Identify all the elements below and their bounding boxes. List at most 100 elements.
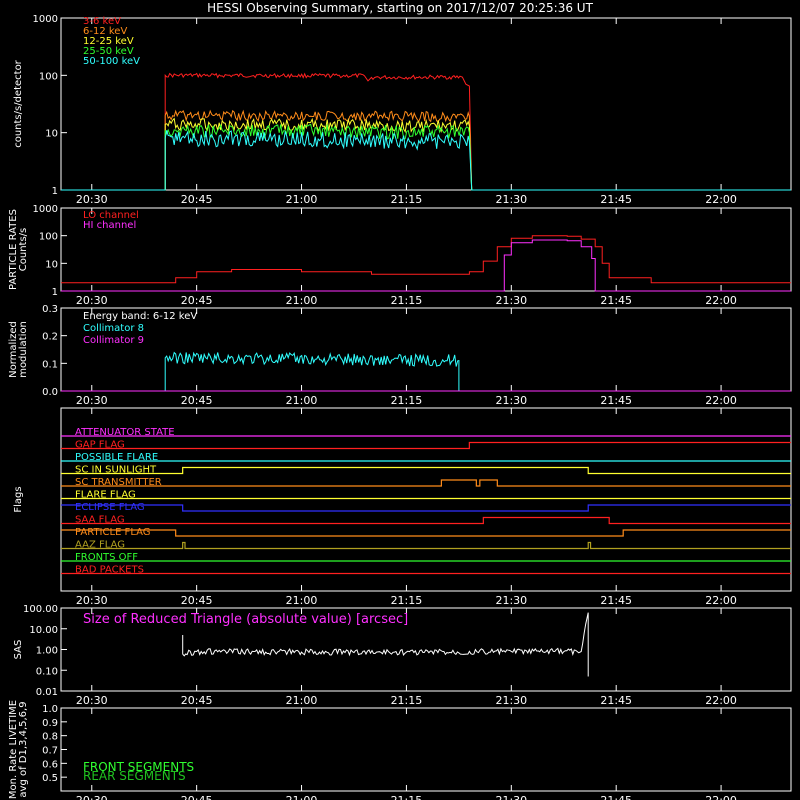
panel-flags: Flags 20:30 20:45 21:00 21:15 21:30 21:45 22:00… (13, 407, 792, 607)
x-tick-label: 21:45 (600, 794, 632, 800)
y-tick-label: 0.8 (42, 732, 58, 743)
series-line (61, 235, 791, 284)
flag-line (61, 541, 791, 550)
x-tick-label: 20:45 (181, 594, 213, 607)
flag-line (61, 504, 791, 512)
panel-sas: 0.01 0.10 1.00 10.00 100.00 SAS 20:30 20:45 21:0… (13, 604, 792, 707)
x-tick-label: 21:30 (495, 394, 527, 407)
series-line (61, 117, 791, 191)
flag-label: FRONTS OFF (75, 552, 138, 563)
x-tick-label: 20:45 (181, 193, 213, 206)
flag-label: SC IN SUNLIGHT (75, 465, 157, 476)
y-tick-label: 10 (45, 259, 58, 270)
x-tick-label: 21:00 (286, 193, 318, 206)
x-tick-label: 21:30 (495, 193, 527, 206)
flag-label: SC TRANSMITTER (75, 477, 162, 488)
x-tick-label: 22:00 (705, 694, 737, 707)
x-tick-label: 20:30 (76, 694, 108, 707)
x-tick-label: 21:45 (600, 394, 632, 407)
x-tick-label: 21:45 (600, 294, 632, 307)
y-tick-label: 1.00 (36, 646, 58, 657)
flag-line (61, 466, 791, 475)
x-tick-label: 22:00 (705, 394, 737, 407)
x-tick-label: 21:00 (286, 294, 318, 307)
x-tick-label: 22:00 (705, 193, 737, 206)
panel-frame (60, 17, 792, 191)
flag-label: AAZ FLAG (75, 540, 125, 551)
flag-label: GAP FLAG (75, 440, 125, 451)
panel-count-rates: 1 10 100 1000 counts/s/detector 20:30 20:45 21:… (13, 14, 792, 206)
panel-livetime: 0.50.60.70.80.91.0Mon. Rate LIVETIME avg … (8, 700, 792, 800)
y-axis-label: counts/s/detector (13, 59, 24, 147)
y-tick-label: 0.7 (42, 746, 58, 757)
y-tick-label: 0.1 (42, 359, 58, 370)
y-tick-label: 1000 (33, 204, 58, 215)
flag-label: BAD PACKETS (75, 565, 144, 576)
flag-line (61, 479, 791, 487)
x-tick-label: 20:45 (181, 794, 213, 800)
y-tick-label: 0.2 (42, 332, 58, 343)
y-tick-label: 0.9 (42, 718, 58, 729)
x-tick-label: 22:00 (705, 294, 737, 307)
y-tick-label: 1 (52, 186, 58, 197)
series-line (61, 123, 791, 191)
flag-label: ECLIPSE FLAG (75, 502, 145, 513)
x-tick-label: 22:00 (705, 594, 737, 607)
y-axis-label: Flags (13, 486, 24, 512)
legend-entry: REAR SEGMENTS (83, 769, 186, 783)
x-tick-label: 21:30 (495, 294, 527, 307)
y-tick-label: 100 (39, 232, 58, 243)
y-axis-label: Counts/s (18, 228, 29, 272)
x-tick-label: 21:45 (600, 594, 632, 607)
x-tick-label: 21:45 (600, 193, 632, 206)
x-tick-label: 21:15 (391, 594, 423, 607)
flag-label: FLARE FLAG (75, 490, 136, 501)
flag-label: PARTICLE FLAG (75, 527, 151, 538)
x-tick-label: 20:45 (181, 394, 213, 407)
panel-modulation: 0.00.10.20.3Normalized modulation20:30 20:… (8, 304, 792, 407)
x-tick-label: 21:15 (391, 394, 423, 407)
y-tick-label: 0.01 (36, 687, 58, 698)
x-tick-label: 20:45 (181, 694, 213, 707)
panel-annotation: Size of Reduced Triangle (absolute value… (83, 612, 408, 627)
y-axis-label: SAS (13, 640, 24, 660)
series-line (61, 130, 791, 191)
x-tick-label: 20:30 (76, 594, 108, 607)
panel-particle-rates: 1101001000PARTICLE RATES Counts/s20:30 20:… (8, 204, 792, 307)
x-tick-label: 21:30 (495, 594, 527, 607)
y-axis-label: avg of D1,3,4,5,6,9 (18, 701, 29, 797)
x-tick-label: 22:00 (705, 794, 737, 800)
series-line (61, 239, 791, 292)
series-line (61, 72, 791, 191)
y-axis-label: modulation (18, 321, 29, 378)
x-tick-label: 21:15 (391, 294, 423, 307)
y-tick-label: 0.6 (42, 759, 58, 770)
x-tick-label: 20:30 (76, 193, 108, 206)
panel-frame (60, 207, 792, 292)
x-tick-label: 21:45 (600, 694, 632, 707)
x-tick-label: 20:30 (76, 294, 108, 307)
series-line (61, 351, 791, 392)
y-tick-label: 1 (52, 287, 58, 298)
legend-entry: Collimator 8 (83, 323, 144, 334)
y-tick-label: 1000 (33, 14, 58, 25)
y-tick-label: 0.0 (42, 387, 58, 398)
y-tick-label: 0.10 (36, 666, 58, 677)
y-tick-label: 10.00 (29, 625, 58, 636)
x-tick-label: 21:15 (391, 794, 423, 800)
y-tick-label: 1.0 (42, 704, 58, 715)
flag-label: ATTENUATOR STATE (75, 427, 175, 438)
flag-label: SAA FLAG (75, 515, 125, 526)
hessi-summary-plot: HESSI Observing Summary, starting on 201… (8, 1, 792, 800)
x-tick-label: 21:00 (286, 594, 318, 607)
plot-title: HESSI Observing Summary, starting on 201… (207, 1, 593, 15)
flag-line (61, 441, 791, 450)
legend-entry: 50-100 keV (83, 56, 140, 67)
x-tick-label: 21:00 (286, 394, 318, 407)
legend-entry: HI channel (83, 220, 136, 231)
x-tick-label: 21:15 (391, 193, 423, 206)
flag-line (61, 529, 791, 537)
flag-line (61, 516, 791, 525)
x-tick-label: 21:30 (495, 794, 527, 800)
y-tick-label: 0.3 (42, 304, 58, 315)
